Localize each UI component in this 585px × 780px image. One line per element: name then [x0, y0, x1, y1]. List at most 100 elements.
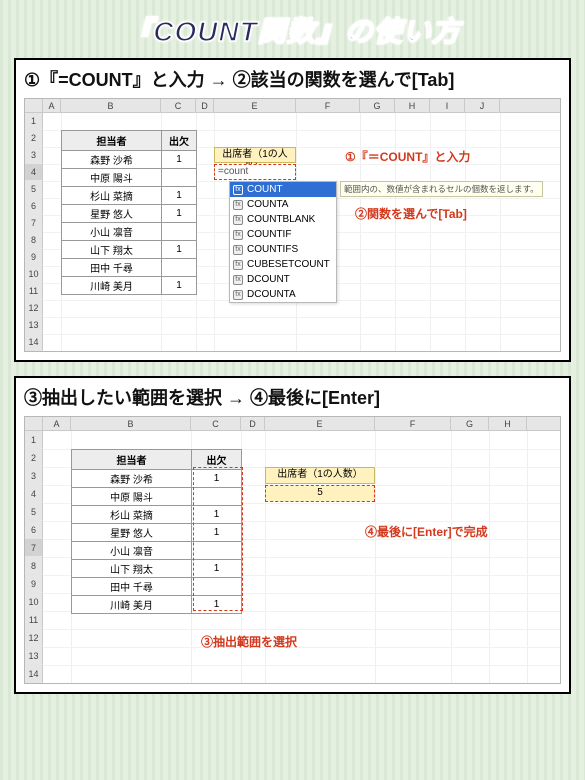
data-table-1: 担当者 出欠 森野 沙希1中原 陽斗杉山 菜摘1星野 悠人1小山 凛音山下 翔太… — [61, 130, 197, 295]
col-header-H[interactable]: H — [395, 99, 430, 112]
autocomplete-item[interactable]: fxCUBESETCOUNT — [230, 257, 336, 272]
cell-name[interactable]: 星野 悠人 — [72, 524, 192, 542]
row-header-14[interactable]: 14 — [25, 665, 43, 683]
col-header-A[interactable]: A — [43, 99, 61, 112]
cell-attend[interactable]: 1 — [192, 560, 242, 578]
row-header-6[interactable]: 6 — [25, 521, 43, 539]
cell-attend[interactable]: 1 — [162, 151, 197, 169]
result-header-cell[interactable]: 出席者（1の人数） — [265, 467, 375, 484]
result-value-cell[interactable]: 5 — [265, 485, 375, 502]
row-header-7[interactable]: 7 — [25, 539, 43, 557]
cell-attend[interactable] — [192, 542, 242, 560]
row-header-2[interactable]: 2 — [25, 130, 43, 147]
row-header-13[interactable]: 13 — [25, 647, 43, 665]
cell-name[interactable]: 杉山 菜摘 — [62, 187, 162, 205]
autocomplete-item[interactable]: fxCOUNTBLANK — [230, 212, 336, 227]
cell-attend[interactable] — [162, 259, 197, 277]
col-header-F[interactable]: F — [296, 99, 360, 112]
row-header-8[interactable]: 8 — [25, 232, 43, 249]
row-header-12[interactable]: 12 — [25, 629, 43, 647]
row-header-8[interactable]: 8 — [25, 557, 43, 575]
cell-name[interactable]: 森野 沙希 — [72, 470, 192, 488]
cell-name[interactable]: 田中 千尋 — [72, 578, 192, 596]
autocomplete-item[interactable]: fxCOUNTA — [230, 197, 336, 212]
col-header-D[interactable]: D — [196, 99, 214, 112]
cell-name[interactable]: 小山 凛音 — [62, 223, 162, 241]
col-header-E[interactable]: E — [265, 417, 375, 430]
cell-name[interactable]: 山下 翔太 — [62, 241, 162, 259]
cell-attend[interactable]: 1 — [192, 470, 242, 488]
cell-name[interactable]: 星野 悠人 — [62, 205, 162, 223]
cell-name[interactable]: 中原 陽斗 — [62, 169, 162, 187]
row-header-2[interactable]: 2 — [25, 449, 43, 467]
cell-attend[interactable]: 1 — [192, 506, 242, 524]
autocomplete-item[interactable]: fxDCOUNT — [230, 272, 336, 287]
autocomplete-label: CUBESETCOUNT — [247, 258, 330, 271]
col-header-E[interactable]: E — [214, 99, 296, 112]
row-header-9[interactable]: 9 — [25, 249, 43, 266]
row-header-5[interactable]: 5 — [25, 181, 43, 198]
col-header-F[interactable]: F — [375, 417, 451, 430]
result-header-cell[interactable]: 出席者（1の人数） — [214, 147, 296, 163]
row-header-4[interactable]: 4 — [25, 485, 43, 503]
row-header-7[interactable]: 7 — [25, 215, 43, 232]
row-header-13[interactable]: 13 — [25, 317, 43, 334]
formula-edit-cell[interactable]: =count — [214, 164, 296, 180]
row-header-10[interactable]: 10 — [25, 266, 43, 283]
row-header-10[interactable]: 10 — [25, 593, 43, 611]
cell-name[interactable]: 小山 凛音 — [72, 542, 192, 560]
cell-attend[interactable]: 1 — [192, 524, 242, 542]
row-header-9[interactable]: 9 — [25, 575, 43, 593]
cell-name[interactable]: 川崎 美月 — [72, 596, 192, 614]
col-header-B[interactable]: B — [61, 99, 161, 112]
cell-name[interactable]: 中原 陽斗 — [72, 488, 192, 506]
row-header-3[interactable]: 3 — [25, 147, 43, 164]
col-header-H[interactable]: H — [489, 417, 527, 430]
autocomplete-item[interactable]: fxCOUNT — [230, 182, 336, 197]
cell-attend[interactable]: 1 — [162, 277, 197, 295]
cell-name[interactable]: 田中 千尋 — [62, 259, 162, 277]
callout-step3: ③抽出範囲を選択 — [201, 633, 297, 650]
autocomplete-item[interactable]: fxCOUNTIFS — [230, 242, 336, 257]
cell-name[interactable]: 山下 翔太 — [72, 560, 192, 578]
cell-attend[interactable] — [162, 223, 197, 241]
row-header-1[interactable]: 1 — [25, 113, 43, 130]
cell-attend[interactable] — [192, 578, 242, 596]
cell-attend[interactable]: 1 — [162, 241, 197, 259]
corner-cell[interactable] — [25, 99, 43, 112]
col-header-A[interactable]: A — [43, 417, 71, 430]
cell-attend[interactable] — [162, 169, 197, 187]
cell-attend[interactable]: 1 — [192, 596, 242, 614]
row-header-1[interactable]: 1 — [25, 431, 43, 449]
cell-attend[interactable]: 1 — [162, 205, 197, 223]
row-header-5[interactable]: 5 — [25, 503, 43, 521]
cell-name[interactable]: 川崎 美月 — [62, 277, 162, 295]
function-tooltip: 範囲内の、数値が含まれるセルの個数を返します。 — [340, 181, 543, 197]
row-header-11[interactable]: 11 — [25, 283, 43, 300]
col-header-G[interactable]: G — [451, 417, 489, 430]
callout-step4: ④最後に[Enter]で完成 — [365, 523, 488, 540]
row-header-11[interactable]: 11 — [25, 611, 43, 629]
row-header-12[interactable]: 12 — [25, 300, 43, 317]
col-header-D[interactable]: D — [241, 417, 265, 430]
col-header-I[interactable]: I — [430, 99, 465, 112]
row-header-3[interactable]: 3 — [25, 467, 43, 485]
cell-name[interactable]: 森野 沙希 — [62, 151, 162, 169]
fx-icon: fx — [233, 275, 243, 285]
col-header-B[interactable]: B — [71, 417, 191, 430]
row-header-6[interactable]: 6 — [25, 198, 43, 215]
cell-attend[interactable]: 1 — [162, 187, 197, 205]
corner-cell[interactable] — [25, 417, 43, 430]
cell-name[interactable]: 杉山 菜摘 — [72, 506, 192, 524]
cell-attend[interactable] — [192, 488, 242, 506]
col-header-C[interactable]: C — [191, 417, 241, 430]
col-header-C[interactable]: C — [161, 99, 196, 112]
autocomplete-item[interactable]: fxDCOUNTA — [230, 287, 336, 302]
row-header-14[interactable]: 14 — [25, 334, 43, 351]
autocomplete-label: COUNTIFS — [247, 243, 298, 256]
function-autocomplete[interactable]: fxCOUNTfxCOUNTAfxCOUNTBLANKfxCOUNTIFfxCO… — [229, 181, 337, 303]
row-header-4[interactable]: 4 — [25, 164, 43, 181]
autocomplete-item[interactable]: fxCOUNTIF — [230, 227, 336, 242]
col-header-G[interactable]: G — [360, 99, 395, 112]
col-header-J[interactable]: J — [465, 99, 500, 112]
